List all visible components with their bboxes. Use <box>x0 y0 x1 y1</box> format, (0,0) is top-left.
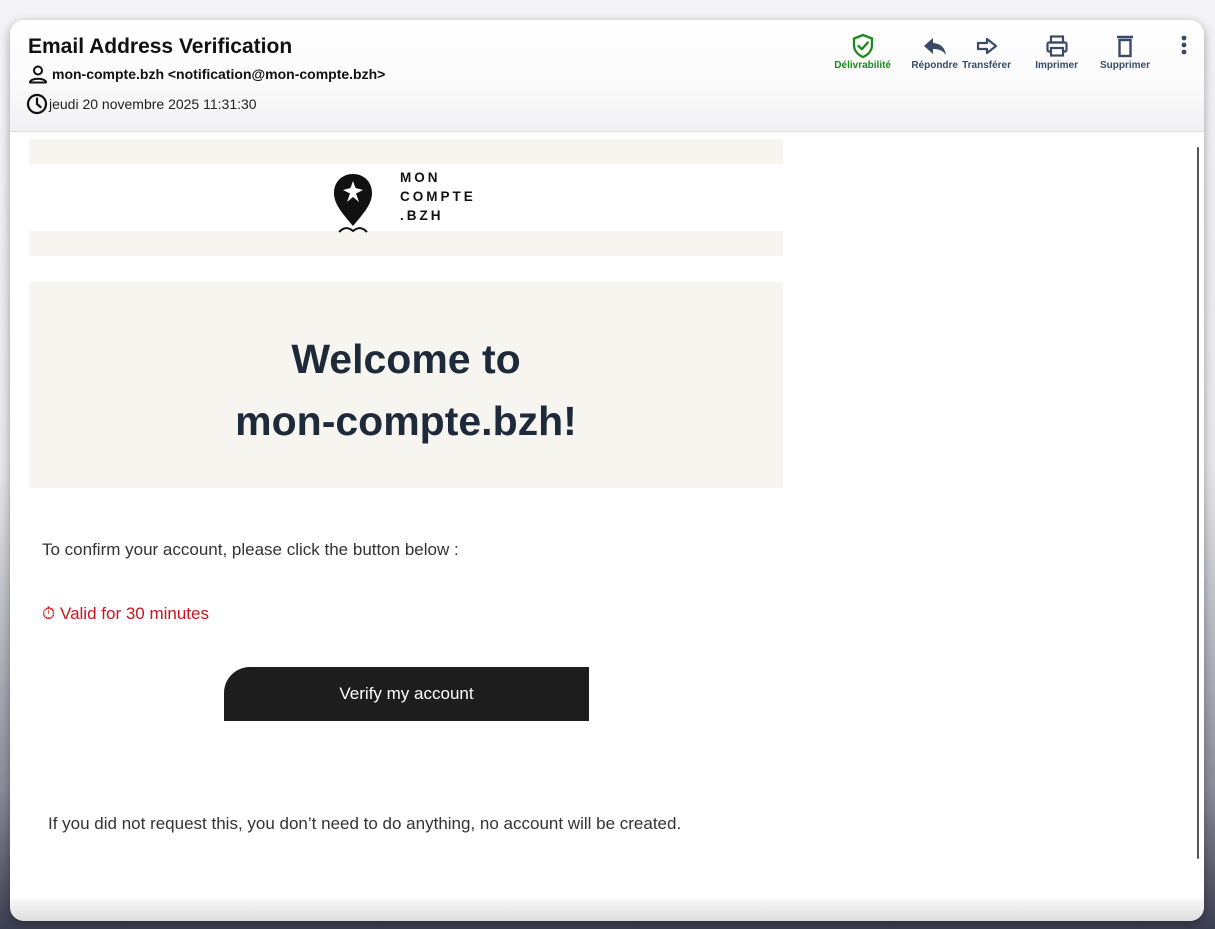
instruction-text: To confirm your account, please click th… <box>42 540 459 559</box>
deliverability-label: Délivrabilité <box>834 60 891 71</box>
logo-line-3: .BZH <box>400 208 444 223</box>
reply-icon <box>923 38 946 55</box>
more-vertical-icon <box>1181 35 1187 55</box>
logo-line-1: MON <box>400 170 441 185</box>
validity-notice: ⏱ Valid for 30 minutes <box>42 604 209 624</box>
print-label: Imprimer <box>1035 60 1078 71</box>
trash-icon <box>1116 35 1133 58</box>
brand-logo-icon <box>334 174 372 233</box>
date-row: jeudi 20 novembre 2025 11:31:30 <box>26 93 257 115</box>
welcome-heading: Welcome to mon-compte.bzh! <box>106 328 706 452</box>
vertical-scrollbar[interactable] <box>1197 147 1199 859</box>
forward-button[interactable]: Transférer <box>962 32 1011 71</box>
deliverability-button[interactable]: Délivrabilité <box>834 32 891 71</box>
brand-logo-text: MON COMPTE .BZH <box>400 168 476 225</box>
sender-address: mon-compte.bzh <notification@mon-compte.… <box>52 66 386 82</box>
sender-row: mon-compte.bzh <notification@mon-compte.… <box>28 64 385 84</box>
validity-text: Valid for 30 minutes <box>60 604 209 623</box>
clock-icon <box>26 93 48 115</box>
delete-button[interactable]: Supprimer <box>1100 32 1150 71</box>
more-options-button[interactable] <box>1180 32 1188 60</box>
delete-label: Supprimer <box>1099 60 1150 71</box>
verify-account-button[interactable]: Verify my account <box>224 667 589 721</box>
disclaimer-text: If you did not request this, you don’t n… <box>48 814 682 833</box>
email-subject: Email Address Verification <box>28 35 293 58</box>
person-icon <box>29 65 47 84</box>
email-body[interactable]: MON COMPTE .BZH Welcome to mon-compte.bz… <box>10 132 1204 899</box>
print-button[interactable]: Imprimer <box>1035 32 1078 71</box>
logo-banner: MON COMPTE .BZH <box>29 139 783 256</box>
forward-arrow-icon <box>976 37 997 55</box>
printer-icon <box>1045 35 1068 57</box>
welcome-panel: Welcome to mon-compte.bzh! <box>29 282 783 488</box>
welcome-line-1: Welcome to <box>291 336 521 382</box>
email-date: jeudi 20 novembre 2025 11:31:30 <box>49 96 257 112</box>
reply-label: Répondre <box>911 60 958 71</box>
window-bottom-edge <box>10 899 1204 921</box>
forward-label: Transférer <box>962 60 1011 71</box>
logo-line-2: COMPTE <box>400 189 476 204</box>
email-header: Email Address Verification mon-compte.bz… <box>10 20 1204 132</box>
shield-check-icon <box>852 33 873 59</box>
email-viewer-window: Email Address Verification mon-compte.bz… <box>10 20 1204 921</box>
logo-container: MON COMPTE .BZH <box>29 164 783 233</box>
reply-button[interactable]: Répondre <box>911 32 958 71</box>
welcome-line-2: mon-compte.bzh! <box>235 398 577 444</box>
stopwatch-icon: ⏱ <box>42 604 56 623</box>
